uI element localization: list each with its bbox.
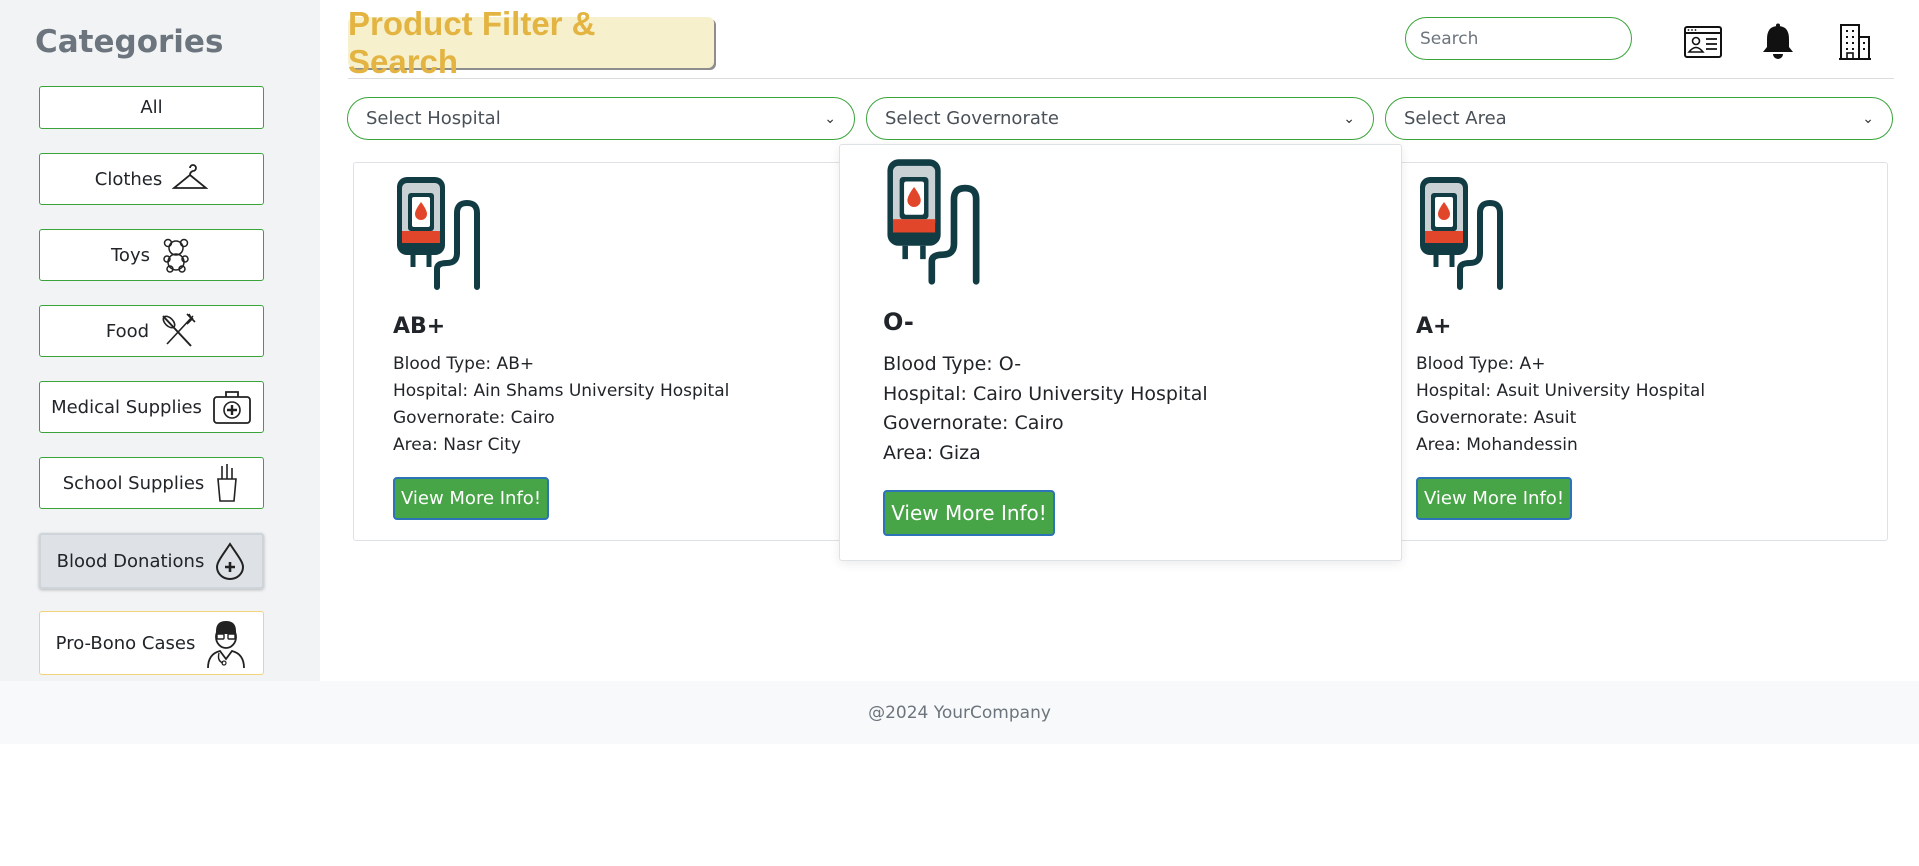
card-governorate: Governorate: Cairo: [883, 412, 1064, 434]
category-label: All: [140, 97, 163, 118]
card-area: Area: Giza: [883, 442, 981, 464]
card-governorate: Governorate: Asuit: [1416, 408, 1577, 428]
chevron-down-icon: ⌄: [824, 110, 836, 127]
category-label: Blood Donations: [56, 550, 205, 572]
view-more-info-button[interactable]: View More Info!: [1416, 477, 1572, 520]
card-blood-type: Blood Type: AB+: [393, 354, 535, 374]
area-select-value: Select Area: [1404, 108, 1507, 129]
blood-drop-plus-icon: [214, 542, 246, 580]
card-governorate: Governorate: Cairo: [393, 408, 555, 428]
category-label: Clothes: [94, 168, 163, 190]
chevron-down-icon: ⌄: [1862, 110, 1874, 127]
hospital-select-value: Select Hospital: [366, 108, 501, 129]
doctor-icon: [205, 617, 247, 669]
brand-title[interactable]: Product Filter & Search: [348, 5, 714, 80]
blood-bag-icon: [397, 177, 480, 290]
blood-bag-icon: [1420, 177, 1503, 290]
blood-card-ab-plus: AB+ Blood Type: AB+ Hospital: Ain Shams …: [353, 162, 853, 541]
sidebar: Categories All Clothes Toys Food Medical…: [0, 0, 320, 681]
footer-copyright: @2024 YourCompany: [868, 702, 1051, 723]
category-label: Pro-Bono Cases: [55, 632, 196, 654]
teddy-bear-icon: [160, 237, 192, 273]
category-school-supplies-button[interactable]: School Supplies: [39, 457, 264, 509]
card-title: A+: [1416, 314, 1452, 339]
category-label: Toys: [111, 244, 150, 266]
category-label: School Supplies: [62, 472, 205, 494]
categories-title: Categories: [35, 24, 224, 60]
card-hospital: Hospital: Asuit University Hospital: [1416, 381, 1706, 401]
profile-card-icon[interactable]: [1681, 22, 1725, 62]
chevron-down-icon: ⌄: [1343, 110, 1355, 127]
blood-card-o-minus: O- Blood Type: O- Hospital: Cairo Univer…: [839, 144, 1402, 561]
card-area: Area: Mohandessin: [1416, 435, 1578, 455]
area-select[interactable]: Select Area ⌄: [1385, 97, 1893, 140]
pencil-cup-icon: [214, 463, 240, 503]
governorate-select[interactable]: Select Governorate ⌄: [866, 97, 1374, 140]
blood-card-a-plus: A+ Blood Type: A+ Hospital: Asuit Univer…: [1376, 162, 1888, 541]
category-toys-button[interactable]: Toys: [39, 229, 264, 281]
search-input[interactable]: [1405, 17, 1632, 60]
category-label: Food: [105, 320, 150, 342]
category-medical-supplies-button[interactable]: Medical Supplies: [39, 381, 264, 433]
view-more-info-button[interactable]: View More Info!: [393, 477, 549, 520]
card-area: Area: Nasr City: [393, 435, 521, 455]
governorate-select-value: Select Governorate: [885, 108, 1060, 129]
header-divider: [348, 78, 1894, 79]
category-clothes-button[interactable]: Clothes: [39, 153, 264, 205]
category-blood-donations-button[interactable]: Blood Donations: [39, 533, 264, 589]
card-blood-type: Blood Type: A+: [1416, 354, 1546, 374]
card-title: O-: [883, 308, 914, 336]
bell-icon[interactable]: [1756, 22, 1800, 62]
view-more-info-button[interactable]: View More Info!: [883, 490, 1055, 536]
card-title: AB+: [393, 314, 446, 339]
fork-knife-icon: [159, 312, 197, 350]
first-aid-kit-icon: [212, 389, 252, 425]
hanger-icon: [172, 164, 209, 194]
card-blood-type: Blood Type: O-: [883, 353, 1022, 375]
blood-bag-icon: [887, 159, 980, 285]
building-icon[interactable]: [1833, 22, 1877, 62]
category-label: Medical Supplies: [51, 396, 202, 418]
category-all-button[interactable]: All: [39, 86, 264, 129]
category-food-button[interactable]: Food: [39, 305, 264, 357]
card-hospital: Hospital: Cairo University Hospital: [883, 383, 1208, 405]
category-pro-bono-cases-button[interactable]: Pro-Bono Cases: [39, 611, 264, 675]
footer: @2024 YourCompany: [0, 681, 1919, 744]
hospital-select[interactable]: Select Hospital ⌄: [347, 97, 855, 140]
card-hospital: Hospital: Ain Shams University Hospital: [393, 381, 730, 401]
